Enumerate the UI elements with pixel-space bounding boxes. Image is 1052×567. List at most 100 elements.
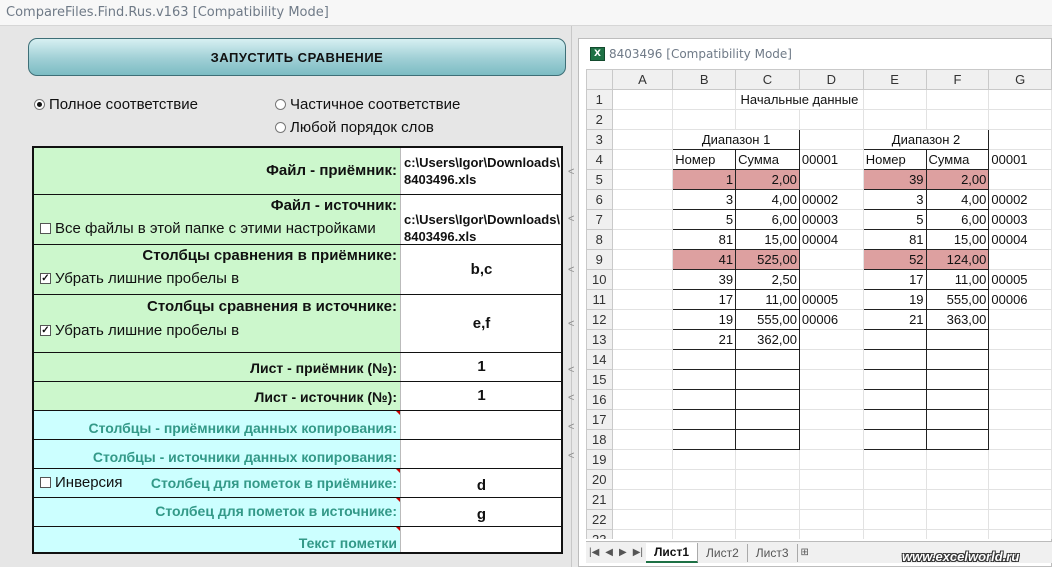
cell[interactable] — [672, 529, 737, 539]
cell[interactable]: 2,50 — [735, 269, 800, 290]
mark-source-field[interactable]: g — [400, 498, 561, 526]
cell[interactable] — [611, 169, 674, 190]
source-sheet-field[interactable]: 1 — [400, 382, 561, 410]
radio-any-order[interactable]: Любой порядок слов — [275, 119, 434, 136]
cell[interactable] — [988, 509, 1052, 530]
cell[interactable] — [798, 429, 864, 450]
cell[interactable] — [735, 449, 800, 470]
cell[interactable]: 6,00 — [735, 209, 800, 230]
row-header[interactable]: 21 — [586, 489, 613, 510]
cell[interactable] — [862, 489, 927, 510]
cell[interactable]: 5 — [672, 209, 737, 230]
cell[interactable] — [798, 469, 864, 490]
cell[interactable] — [798, 389, 864, 410]
radio-full-match[interactable]: Полное соответствие — [34, 96, 198, 113]
row-header[interactable]: 6 — [586, 189, 613, 210]
cell[interactable] — [862, 509, 927, 530]
cell[interactable] — [925, 429, 990, 450]
cell[interactable] — [798, 169, 864, 190]
cell[interactable]: 21 — [862, 309, 927, 330]
spreadsheet-grid[interactable]: A B C D E F G 1 Начальные данные 2 3 Диапазо… — [586, 69, 1052, 539]
cell[interactable]: 00004 — [988, 229, 1052, 250]
collapse-arrow-icon[interactable]: < — [568, 421, 574, 433]
cell[interactable]: 555,00 — [735, 309, 800, 330]
cell[interactable]: 15,00 — [925, 229, 990, 250]
cell[interactable] — [925, 89, 990, 110]
cell[interactable] — [735, 529, 800, 539]
cell[interactable] — [672, 469, 737, 490]
cell[interactable] — [798, 369, 864, 390]
row-header[interactable]: 11 — [586, 289, 613, 310]
cell[interactable] — [925, 449, 990, 470]
cell[interactable] — [611, 349, 674, 370]
cell[interactable] — [988, 129, 1052, 150]
cell[interactable] — [611, 469, 674, 490]
cell[interactable] — [798, 329, 864, 350]
row-header[interactable]: 1 — [586, 89, 613, 110]
cell[interactable] — [735, 369, 800, 390]
cell[interactable] — [798, 129, 864, 150]
run-compare-button[interactable]: ЗАПУСТИТЬ СРАВНЕНИЕ — [28, 38, 566, 76]
cell[interactable] — [735, 489, 800, 510]
row-header[interactable]: 20 — [586, 469, 613, 490]
target-file-field[interactable]: c:\Users\Igor\Downloads\ 8403496.xls — [400, 148, 561, 194]
tab-last-icon[interactable]: ▶| — [633, 547, 643, 558]
cell[interactable] — [862, 529, 927, 539]
cell[interactable]: 00006 — [988, 289, 1052, 310]
cell[interactable]: 5 — [862, 209, 927, 230]
cell[interactable] — [925, 109, 990, 130]
cell[interactable] — [611, 509, 674, 530]
cell[interactable] — [862, 89, 927, 110]
cell[interactable]: 6,00 — [925, 209, 990, 230]
cell[interactable] — [611, 409, 674, 430]
cell[interactable]: Номер — [672, 149, 737, 170]
collapse-arrow-icon[interactable]: < — [568, 364, 574, 376]
collapse-arrow-icon[interactable]: < — [568, 318, 574, 330]
cell[interactable]: 21 — [672, 329, 737, 350]
all-files-checkbox[interactable]: Все файлы в этой папке с этими настройка… — [40, 220, 376, 237]
cell[interactable] — [611, 209, 674, 230]
cell[interactable] — [798, 269, 864, 290]
cell[interactable] — [988, 409, 1052, 430]
cell[interactable]: 11,00 — [925, 269, 990, 290]
cell[interactable] — [925, 389, 990, 410]
inversion-checkbox[interactable]: Инверсия — [40, 474, 123, 491]
row-header[interactable]: 23 — [586, 529, 613, 539]
cell[interactable]: 81 — [862, 229, 927, 250]
cell[interactable]: 19 — [672, 309, 737, 330]
collapse-arrow-icon[interactable]: < — [568, 166, 574, 178]
cell[interactable]: 41 — [672, 249, 737, 270]
column-header[interactable]: F — [925, 69, 990, 90]
cell[interactable] — [862, 449, 927, 470]
trim-spaces-checkbox-1[interactable]: ✓ Убрать лишние пробелы в — [40, 270, 239, 287]
cell[interactable]: 00005 — [798, 289, 864, 310]
cell[interactable]: 525,00 — [735, 249, 800, 270]
cell[interactable]: 39 — [672, 269, 737, 290]
mark-target-field[interactable]: d — [400, 469, 561, 497]
cell[interactable] — [988, 529, 1052, 539]
cell[interactable] — [798, 349, 864, 370]
cell[interactable] — [611, 189, 674, 210]
cell[interactable] — [988, 249, 1052, 270]
cell[interactable] — [988, 449, 1052, 470]
cell[interactable]: 2,00 — [925, 169, 990, 190]
cell[interactable]: 363,00 — [925, 309, 990, 330]
cell[interactable] — [988, 329, 1052, 350]
cell[interactable] — [862, 329, 927, 350]
cell[interactable] — [798, 409, 864, 430]
cell[interactable]: Диапазон 1 — [672, 129, 800, 150]
cell[interactable] — [611, 449, 674, 470]
row-header[interactable]: 9 — [586, 249, 613, 270]
cell[interactable] — [988, 309, 1052, 330]
cell[interactable] — [988, 89, 1052, 110]
cell[interactable] — [672, 449, 737, 470]
source-cols-field[interactable]: e,f — [400, 295, 561, 352]
row-header[interactable]: 3 — [586, 129, 613, 150]
cell[interactable] — [862, 429, 927, 450]
cell[interactable] — [611, 249, 674, 270]
row-header[interactable]: 19 — [586, 449, 613, 470]
cell[interactable]: 00004 — [798, 229, 864, 250]
cell[interactable]: Сумма — [925, 149, 990, 170]
cell[interactable] — [735, 429, 800, 450]
column-header[interactable]: E — [862, 69, 927, 90]
